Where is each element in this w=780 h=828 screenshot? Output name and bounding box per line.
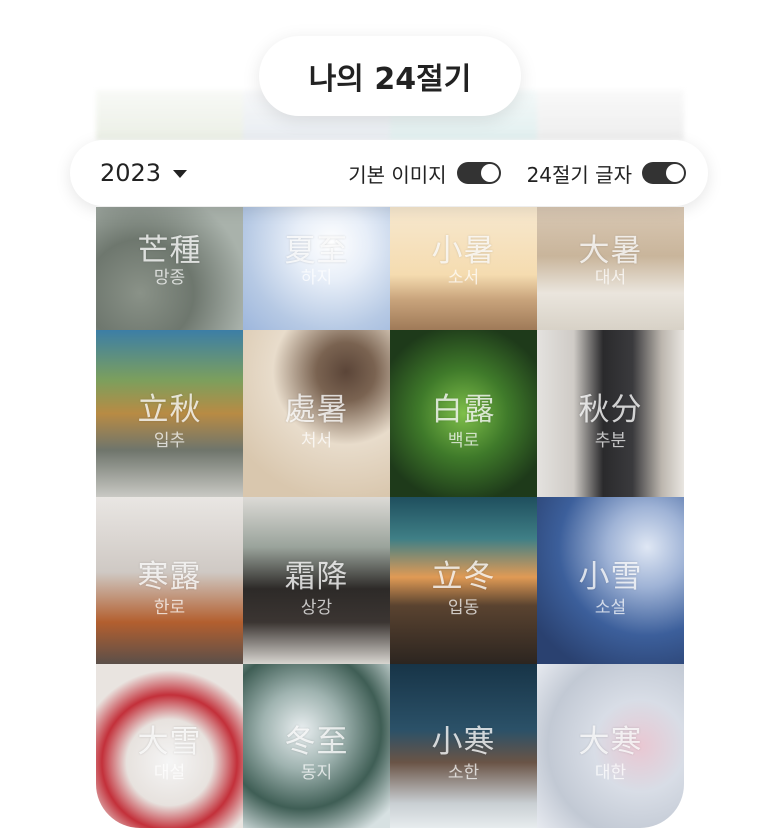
term-hangul: 추분	[594, 431, 627, 451]
term-tile-baengno[interactable]: 白露 백로	[390, 330, 537, 497]
term-hangul: 하지	[300, 268, 333, 288]
default-image-toggle-group: 기본 이미지	[348, 159, 501, 188]
year-dropdown[interactable]: 2023	[100, 159, 188, 187]
term-hanja: 大寒	[578, 724, 643, 760]
term-hangul: 처서	[300, 431, 333, 451]
term-tile-ipchu[interactable]: 立秋 입추	[96, 330, 243, 497]
term-hanja: 白露	[431, 392, 496, 428]
term-tile-ipdong[interactable]: 立冬 입동	[390, 497, 537, 664]
term-hanja: 立秋	[137, 392, 202, 428]
default-image-toggle[interactable]	[456, 162, 501, 184]
toggle-knob	[480, 164, 499, 182]
term-hanja: 大雪	[137, 724, 202, 760]
term-tile-soseol[interactable]: 小雪 소설	[537, 497, 684, 664]
term-hanja: 冬至	[284, 724, 349, 760]
term-tile-haji[interactable]: 夏至 하지	[243, 207, 390, 330]
term-hangul: 상강	[300, 598, 333, 618]
term-hangul: 망종	[153, 268, 186, 288]
term-hangul: 입동	[447, 598, 480, 618]
term-hanja: 立冬	[431, 559, 496, 595]
term-hanja: 小寒	[431, 724, 496, 760]
terms-text-toggle[interactable]	[642, 162, 686, 184]
terms-text-toggle-group: 24절기 글자	[527, 159, 686, 188]
toggle-knob	[666, 164, 684, 182]
term-tile-daeseo[interactable]: 大暑 대서	[537, 207, 684, 330]
term-hanja: 秋分	[578, 392, 643, 428]
term-tile-sohan[interactable]: 小寒 소한	[390, 664, 537, 828]
solar-terms-grid: 芒種 망종 夏至 하지 小暑 소서 大暑 대서 立秋 입추 處暑 처서 白露 백…	[96, 207, 684, 828]
term-hangul: 대서	[594, 268, 627, 288]
term-tile-cheoseo[interactable]: 處暑 처서	[243, 330, 390, 497]
term-hangul: 입추	[153, 431, 186, 451]
year-value: 2023	[100, 159, 162, 187]
term-hanja: 處暑	[284, 392, 349, 428]
term-tile-sanggang[interactable]: 霜降 상강	[243, 497, 390, 664]
term-tile-chubun[interactable]: 秋分 추분	[537, 330, 684, 497]
default-image-label: 기본 이미지	[348, 162, 447, 187]
term-hangul: 한로	[153, 598, 186, 618]
filter-bar: 2023 기본 이미지 24절기 글자	[70, 140, 708, 206]
term-hangul: 동지	[300, 763, 333, 783]
term-tile-mangjong[interactable]: 芒種 망종	[96, 207, 243, 330]
term-hangul: 대설	[153, 763, 186, 783]
term-hangul: 소한	[447, 763, 480, 783]
term-hangul: 대한	[594, 763, 627, 783]
term-tile-daeseol[interactable]: 大雪 대설	[96, 664, 243, 828]
term-hangul: 소서	[447, 268, 480, 288]
term-hanja: 小雪	[578, 559, 643, 595]
term-hangul: 소설	[594, 598, 627, 618]
term-tile-hallo[interactable]: 寒露 한로	[96, 497, 243, 664]
term-hanja: 寒露	[137, 559, 202, 595]
term-hangul: 백로	[447, 431, 480, 451]
page-title: 나의 24절기	[259, 36, 521, 116]
term-tile-dongji[interactable]: 冬至 동지	[243, 664, 390, 828]
term-tile-soseo[interactable]: 小暑 소서	[390, 207, 537, 330]
caret-down-icon	[173, 170, 188, 178]
term-hanja: 霜降	[284, 559, 349, 595]
term-tile-daehan[interactable]: 大寒 대한	[537, 664, 684, 828]
terms-text-label: 24절기 글자	[526, 162, 632, 187]
